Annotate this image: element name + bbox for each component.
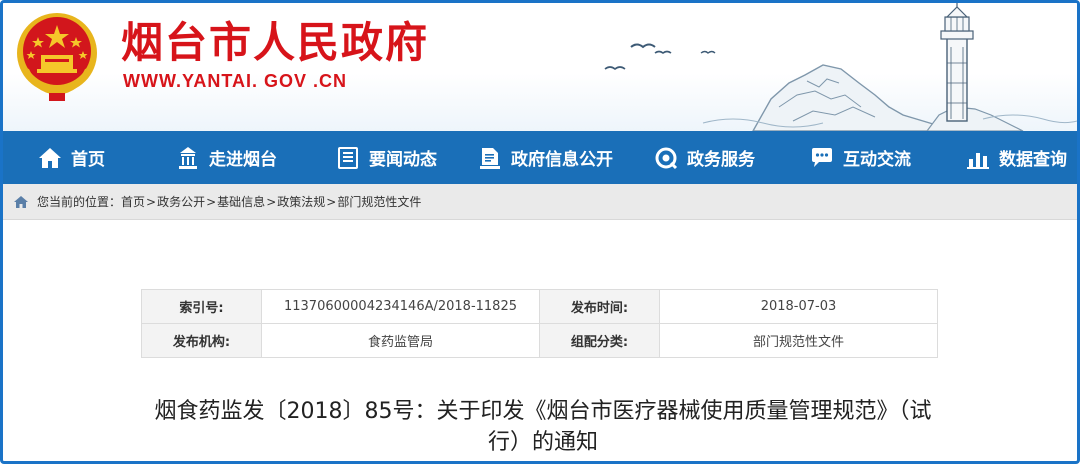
category-label: 组配分类: bbox=[539, 323, 660, 358]
breadcrumb-link-dept-docs[interactable]: 部门规范性文件 bbox=[337, 193, 421, 210]
breadcrumb-link-basic-info[interactable]: 基础信息 bbox=[217, 193, 265, 210]
publisher-value: 食药监管局 bbox=[261, 323, 540, 358]
main-nav: 首页 走进烟台 要闻动态 政府信息公开 政务服务 互动交流 数据查询 bbox=[3, 131, 1077, 184]
building-icon bbox=[179, 146, 197, 169]
nav-item-services[interactable]: 政务服务 bbox=[631, 131, 773, 184]
breadcrumb-separator: > bbox=[326, 194, 337, 209]
publisher-label: 发布机构: bbox=[141, 323, 262, 358]
site-url[interactable]: WWW.YANTAI. GOV .CN bbox=[123, 71, 347, 92]
publish-date-label: 发布时间: bbox=[539, 289, 660, 324]
category-value: 部门规范性文件 bbox=[659, 323, 938, 358]
breadcrumb-prefix: 您当前的位置： bbox=[37, 195, 122, 209]
nav-item-home[interactable]: 首页 bbox=[3, 131, 123, 184]
breadcrumb-separator: > bbox=[266, 194, 277, 209]
site-title[interactable]: 烟台市人民政府 bbox=[121, 17, 429, 69]
breadcrumb: 您当前的位置： 首页 > 政务公开 > 基础信息 > 政策法规 > 部门规范性文… bbox=[3, 184, 1077, 220]
national-emblem-icon bbox=[17, 13, 97, 101]
lighthouse-scenery-icon bbox=[604, 3, 1077, 131]
nav-label: 互动交流 bbox=[843, 150, 911, 170]
nav-item-interaction[interactable]: 互动交流 bbox=[773, 131, 929, 184]
news-icon bbox=[338, 146, 358, 169]
table-row: 索引号: 11370600004234146A/2018-11825 发布时间:… bbox=[141, 289, 938, 324]
page-frame: 烟台市人民政府 WWW.YANTAI. GOV .CN 首页 走进烟台 要闻动态… bbox=[0, 0, 1080, 464]
breadcrumb-link-policy[interactable]: 政策法规 bbox=[277, 193, 325, 210]
document-info-table: 索引号: 11370600004234146A/2018-11825 发布时间:… bbox=[141, 289, 938, 358]
home-icon bbox=[39, 147, 61, 168]
nav-label: 走进烟台 bbox=[209, 150, 277, 170]
publish-date-value: 2018-07-03 bbox=[659, 289, 938, 324]
home-icon bbox=[14, 195, 28, 208]
nav-label: 要闻动态 bbox=[369, 150, 437, 170]
nav-label: 首页 bbox=[71, 150, 105, 170]
breadcrumb-link-home[interactable]: 首页 bbox=[121, 193, 145, 210]
nav-item-gov-info[interactable]: 政府信息公开 bbox=[455, 131, 631, 184]
chat-icon bbox=[812, 147, 832, 167]
nav-item-about[interactable]: 走进烟台 bbox=[123, 131, 295, 184]
breadcrumb-link-gov-open[interactable]: 政务公开 bbox=[157, 193, 205, 210]
nav-label: 政务服务 bbox=[687, 150, 755, 170]
nav-item-news[interactable]: 要闻动态 bbox=[295, 131, 455, 184]
document-title-line2: 行）的通知 bbox=[487, 430, 598, 455]
chart-icon bbox=[967, 152, 989, 169]
nav-label: 数据查询 bbox=[999, 150, 1067, 170]
service-icon bbox=[655, 147, 678, 169]
index-number-label: 索引号: bbox=[141, 289, 262, 324]
index-number-value: 11370600004234146A/2018-11825 bbox=[261, 289, 540, 324]
document-title-line1: 烟食药监发〔2018〕85号：关于印发《烟台市医疗器械使用质量管理规范》（试 bbox=[154, 399, 932, 424]
document-title: 烟食药监发〔2018〕85号：关于印发《烟台市医疗器械使用质量管理规范》（试 行… bbox=[83, 396, 1003, 458]
breadcrumb-separator: > bbox=[206, 194, 217, 209]
table-row: 发布机构: 食药监管局 组配分类: 部门规范性文件 bbox=[141, 323, 938, 358]
breadcrumb-separator: > bbox=[146, 194, 157, 209]
site-header: 烟台市人民政府 WWW.YANTAI. GOV .CN bbox=[3, 3, 1077, 131]
document-icon bbox=[480, 147, 500, 169]
nav-item-data-query[interactable]: 数据查询 bbox=[929, 131, 1077, 184]
nav-label: 政府信息公开 bbox=[511, 150, 613, 170]
